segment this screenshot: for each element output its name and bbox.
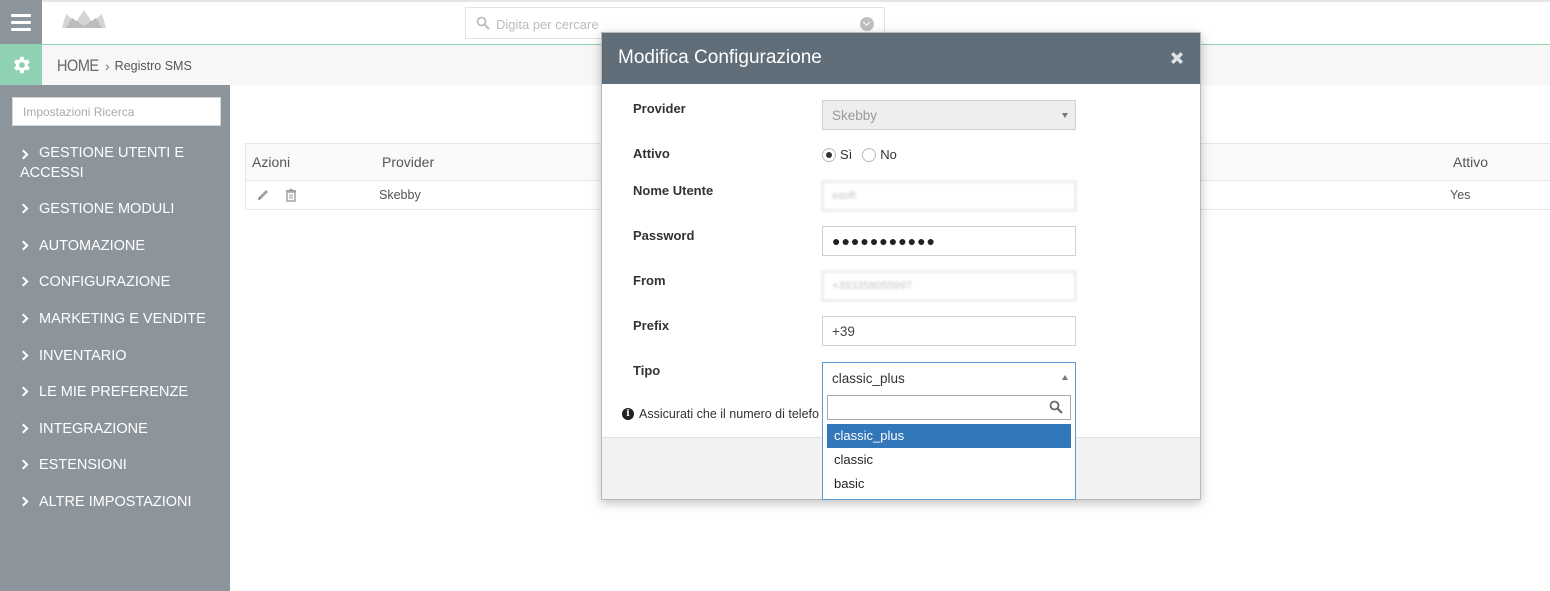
global-search-input[interactable]: [496, 14, 856, 34]
sidebar-item-label: MARKETING E VENDITE: [39, 311, 206, 327]
column-header-provider[interactable]: Provider: [382, 154, 434, 170]
from-label: From: [633, 273, 666, 288]
caret-down-icon: [1062, 113, 1068, 118]
app-logo[interactable]: [60, 6, 108, 30]
modal-title: Modifica Configurazione: [618, 47, 822, 68]
tipo-dropdown-search-input[interactable]: [827, 395, 1071, 420]
attivo-yes-radio[interactable]: [822, 147, 836, 162]
column-header-active[interactable]: Attivo: [1453, 154, 1488, 170]
sidebar-item-label: INVENTARIO: [39, 348, 127, 364]
gear-icon: [14, 56, 30, 74]
breadcrumb-current: Registro SMS: [114, 59, 192, 73]
modal-header: Modifica Configurazione: [602, 33, 1200, 84]
breadcrumb-home[interactable]: HOME: [57, 56, 99, 76]
username-input[interactable]: [822, 181, 1076, 211]
sidebar-item-configurazione[interactable]: CONFIGURAZIONE: [0, 268, 230, 296]
attivo-yes-label: Sì: [840, 147, 853, 162]
sidebar-item-gestione-moduli[interactable]: GESTIONE MODULI: [0, 195, 230, 223]
info-icon: i: [622, 408, 634, 420]
info-note: i Assicurati che il numero di telefo: [622, 407, 819, 421]
sidebar-item-estensioni[interactable]: ESTENSIONI: [0, 451, 230, 479]
caret-up-icon: [1062, 375, 1068, 380]
edit-configuration-modal: Modifica Configurazione Provider Skebby …: [601, 32, 1201, 500]
sidebar-item-altre-impostazioni[interactable]: ALTRE IMPOSTAZIONI: [0, 488, 230, 516]
hamburger-menu-icon[interactable]: [0, 0, 42, 44]
tipo-option-classic[interactable]: classic: [827, 448, 1071, 472]
tipo-label: Tipo: [633, 363, 661, 378]
search-icon: [476, 16, 490, 30]
search-icon: [1049, 400, 1063, 414]
password-input[interactable]: [822, 226, 1076, 256]
info-note-text: Assicurati che il numero di telefo: [639, 407, 819, 421]
settings-search-input[interactable]: [12, 97, 221, 126]
from-input[interactable]: [822, 271, 1076, 301]
tipo-select-value: classic_plus: [832, 371, 905, 386]
provider-select: Skebby: [822, 100, 1076, 130]
attivo-no-label: No: [880, 147, 897, 162]
sidebar-item-automazione[interactable]: AUTOMAZIONE: [0, 232, 230, 260]
top-edge: [0, 0, 1550, 2]
sidebar-item-inventario[interactable]: INVENTARIO: [0, 342, 230, 370]
sidebar-item-marketing[interactable]: MARKETING E VENDITE: [0, 305, 230, 333]
attivo-no-radio[interactable]: [862, 147, 877, 162]
breadcrumb-separator: ›: [105, 58, 110, 74]
trash-icon[interactable]: [284, 188, 298, 202]
tipo-dropdown: classic_plus classic basic: [822, 393, 1076, 500]
username-label: Nome Utente: [633, 183, 714, 198]
sidebar-item-label: LE MIE PREFERENZE: [39, 384, 189, 400]
provider-select-value: Skebby: [832, 108, 878, 123]
sidebar-item-label: INTEGRAZIONE: [39, 421, 148, 437]
sidebar-item-label: ESTENSIONI: [39, 457, 127, 473]
sidebar-item-preferenze[interactable]: LE MIE PREFERENZE: [0, 378, 230, 406]
close-icon[interactable]: [1168, 49, 1186, 67]
breadcrumb: HOME › Registro SMS: [57, 56, 192, 76]
sidebar: GESTIONE UTENTI E ACCESSI GESTIONE MODUL…: [0, 85, 230, 591]
edit-pencil-icon[interactable]: [256, 188, 270, 202]
sidebar-item-gestione-utenti[interactable]: GESTIONE UTENTI E ACCESSI: [0, 141, 230, 189]
sidebar-menu: GESTIONE UTENTI E ACCESSI GESTIONE MODUL…: [0, 141, 230, 516]
sidebar-item-label: AUTOMAZIONE: [39, 238, 146, 254]
tipo-option-classic-plus[interactable]: classic_plus: [827, 424, 1071, 448]
sidebar-item-integrazione[interactable]: INTEGRAZIONE: [0, 415, 230, 443]
prefix-label: Prefix: [633, 318, 670, 333]
row-provider: Skebby: [379, 188, 421, 202]
settings-button[interactable]: [0, 45, 42, 85]
attivo-radio-group: Sì No: [822, 147, 903, 162]
prefix-input[interactable]: [822, 316, 1076, 346]
column-header-actions: Azioni: [252, 154, 291, 170]
sidebar-item-label: CONFIGURAZIONE: [39, 274, 171, 290]
sidebar-item-label: GESTIONE UTENTI E ACCESSI: [20, 145, 185, 181]
attivo-label: Attivo: [633, 146, 670, 161]
provider-label: Provider: [633, 101, 686, 116]
chevron-down-icon[interactable]: [860, 17, 874, 31]
row-active: Yes: [1450, 188, 1471, 202]
tipo-option-basic[interactable]: basic: [827, 472, 1071, 496]
sidebar-item-label: ALTRE IMPOSTAZIONI: [39, 494, 192, 510]
tipo-select[interactable]: classic_plus: [822, 362, 1076, 394]
password-label: Password: [633, 228, 695, 243]
sidebar-item-label: GESTIONE MODULI: [39, 201, 175, 217]
